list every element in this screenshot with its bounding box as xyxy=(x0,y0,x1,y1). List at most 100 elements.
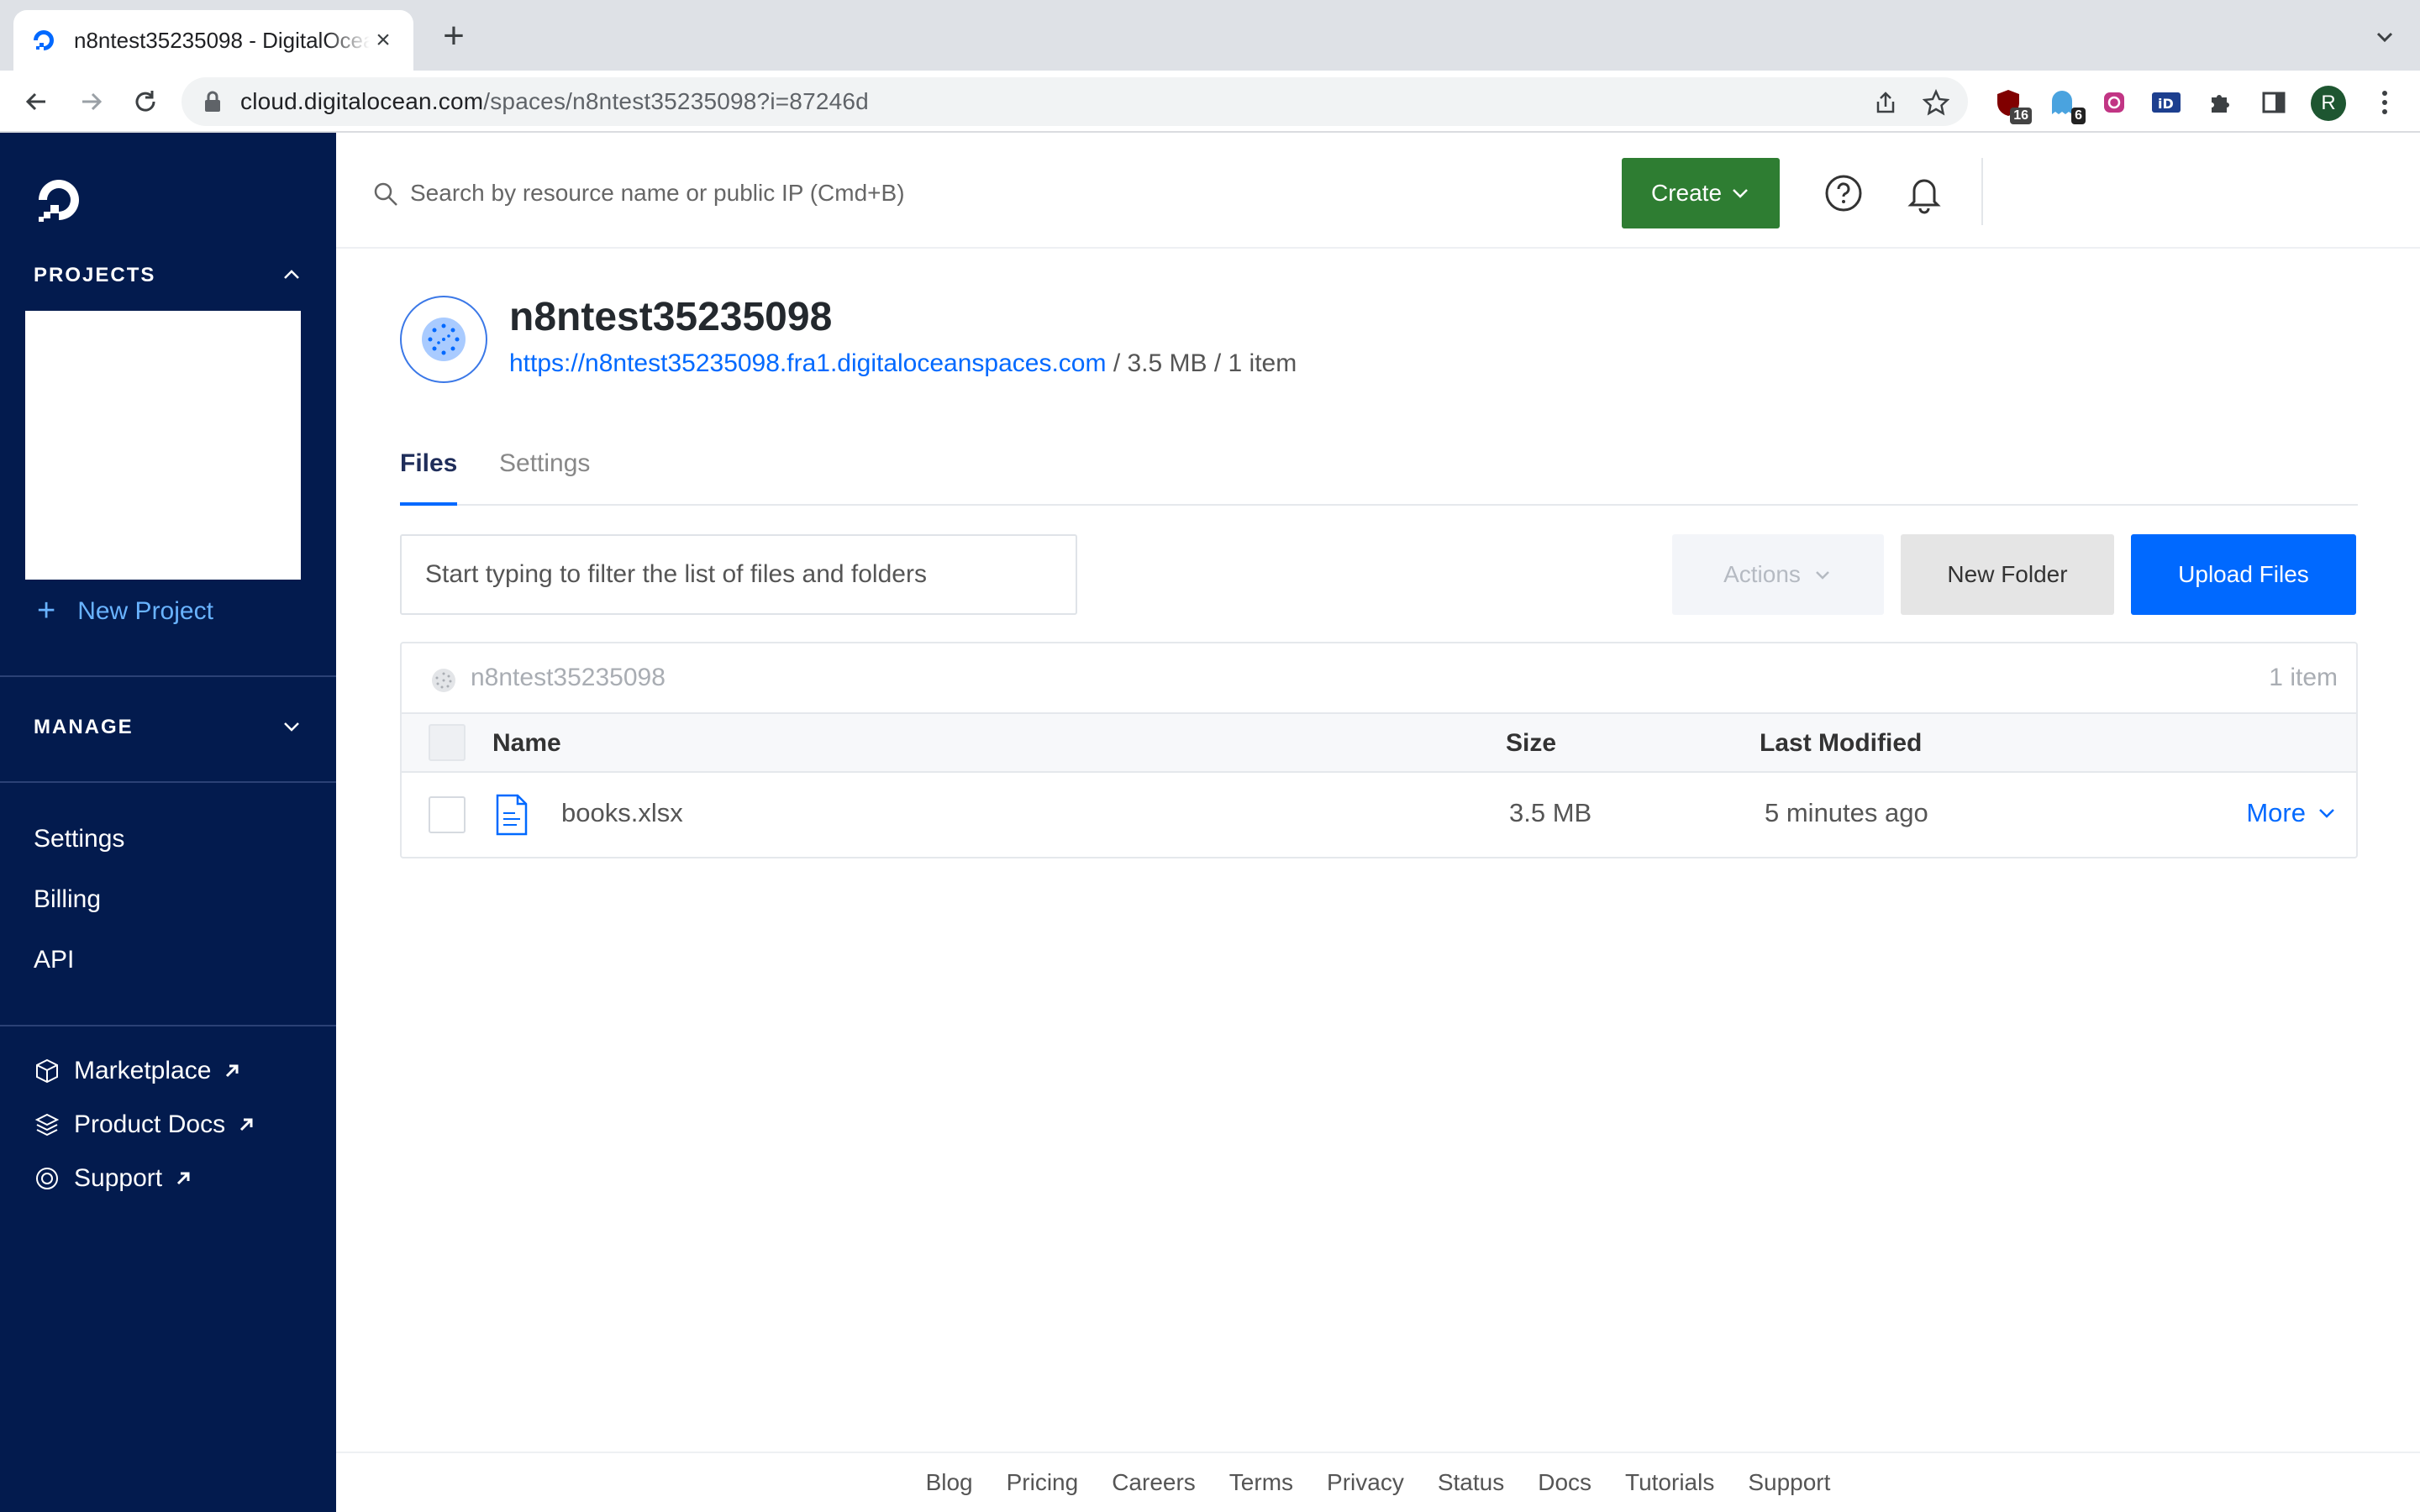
page-title: n8ntest35235098 xyxy=(509,295,833,339)
browser-toolbar: cloud.digitalocean.com/spaces/n8ntest352… xyxy=(0,71,2420,133)
table-row[interactable]: books.xlsx 3.5 MB 5 minutes ago More xyxy=(402,773,2356,857)
tab-settings[interactable]: Settings xyxy=(499,445,590,506)
file-document-icon xyxy=(496,794,528,836)
product-docs-label: Product Docs xyxy=(74,1110,226,1138)
chevron-down-icon[interactable] xyxy=(279,714,304,739)
actions-button[interactable]: Actions xyxy=(1672,534,1884,615)
sidebar-divider xyxy=(0,1025,336,1026)
browser-menu-icon[interactable] xyxy=(2368,86,2402,119)
manage-heading[interactable]: MANAGE xyxy=(34,716,134,739)
bucket-meta: https://n8ntest35235098.fra1.digitalocea… xyxy=(509,349,1297,378)
footer-link-blog[interactable]: Blog xyxy=(926,1469,973,1496)
file-last-modified: 5 minutes ago xyxy=(1765,798,1928,827)
bucket-endpoint-link[interactable]: https://n8ntest35235098.fra1.digitalocea… xyxy=(509,349,1106,377)
app-header: Create xyxy=(336,133,2420,249)
tabs: Files Settings xyxy=(400,445,2358,506)
sidebar-item-product-docs[interactable]: Product Docs xyxy=(34,1110,255,1139)
resource-search-input[interactable] xyxy=(410,175,1166,212)
new-project-link[interactable]: + New Project xyxy=(37,593,213,629)
file-name[interactable]: books.xlsx xyxy=(561,798,683,828)
forward-arrow-icon[interactable] xyxy=(74,84,109,119)
plus-icon: + xyxy=(37,593,56,628)
sidebar-item-settings[interactable]: Settings xyxy=(34,825,124,853)
sidebar-item-billing[interactable]: Billing xyxy=(34,885,101,914)
footer-link-support[interactable]: Support xyxy=(1748,1469,1830,1496)
chevron-down-icon xyxy=(1733,189,1748,198)
footer-link-docs[interactable]: Docs xyxy=(1538,1469,1591,1496)
reload-icon[interactable] xyxy=(128,84,163,119)
column-header-size[interactable]: Size xyxy=(1506,729,1556,758)
sidebar-item-marketplace[interactable]: Marketplace xyxy=(34,1057,241,1085)
more-label: More xyxy=(2246,798,2306,827)
space-bucket-icon xyxy=(400,296,487,383)
footer-link-privacy[interactable]: Privacy xyxy=(1327,1469,1404,1496)
item-count: 1 item xyxy=(2269,664,2338,691)
footer-link-terms[interactable]: Terms xyxy=(1229,1469,1293,1496)
footer-link-status[interactable]: Status xyxy=(1438,1469,1504,1496)
breadcrumb[interactable]: n8ntest35235098 xyxy=(471,664,666,692)
share-icon[interactable] xyxy=(1870,87,1901,118)
ghost-extension-icon[interactable]: 6 xyxy=(2045,86,2086,124)
tab-title: n8ntest35235098 - DigitalOcean xyxy=(74,27,370,53)
new-folder-button[interactable]: New Folder xyxy=(1901,534,2114,615)
search-icon xyxy=(374,182,397,206)
file-size: 3.5 MB xyxy=(1509,798,1592,827)
browser-tab[interactable]: n8ntest35235098 - DigitalOcean × xyxy=(13,10,413,71)
create-label: Create xyxy=(1650,180,1723,206)
sidebar-divider xyxy=(0,781,336,783)
new-tab-icon[interactable]: + xyxy=(439,18,469,55)
header-separator xyxy=(1981,158,1983,225)
create-button[interactable]: Create xyxy=(1622,158,1780,228)
external-link-icon xyxy=(177,1172,190,1185)
svg-text:iD: iD xyxy=(2158,96,2174,112)
chevron-down-icon xyxy=(2319,809,2334,818)
browser-tabbar: n8ntest35235098 - DigitalOcean × + xyxy=(0,0,2420,71)
address-bar[interactable]: cloud.digitalocean.com/spaces/n8ntest352… xyxy=(182,77,1968,126)
footer-link-tutorials[interactable]: Tutorials xyxy=(1625,1469,1714,1496)
chevron-up-icon[interactable] xyxy=(279,262,304,287)
projects-heading: PROJECTS xyxy=(34,264,156,286)
profile-avatar[interactable]: R xyxy=(2311,86,2346,121)
sidebar-item-api[interactable]: API xyxy=(34,946,74,974)
footer-link-careers[interactable]: Careers xyxy=(1112,1469,1196,1496)
new-project-label: New Project xyxy=(77,596,213,625)
side-panel-icon[interactable] xyxy=(2257,86,2291,119)
table-header: Name Size Last Modified xyxy=(402,714,2356,773)
tab-close-icon[interactable]: × xyxy=(370,26,397,54)
table-breadcrumb-bar: n8ntest35235098 1 item xyxy=(402,643,2356,714)
upload-files-button[interactable]: Upload Files xyxy=(2131,534,2356,615)
ublock-icon[interactable]: 16 xyxy=(1991,86,2032,124)
external-link-icon xyxy=(240,1118,253,1131)
cube-icon xyxy=(36,1058,58,1084)
sidebar: PROJECTS + New Project MANAGE Settings B… xyxy=(0,133,336,1512)
notifications-bell-icon[interactable] xyxy=(1902,171,1946,215)
sidebar-item-support[interactable]: Support xyxy=(34,1164,192,1193)
digitalocean-favicon-icon xyxy=(34,30,54,50)
select-all-checkbox[interactable] xyxy=(429,724,466,761)
tab-search-chevron-icon[interactable] xyxy=(2373,25,2396,49)
more-menu-button[interactable]: More xyxy=(2246,798,2338,828)
support-label: Support xyxy=(74,1164,163,1192)
puzzle-extensions-icon[interactable] xyxy=(2203,86,2237,119)
help-question-icon[interactable] xyxy=(1823,173,1864,213)
marketplace-label: Marketplace xyxy=(74,1057,212,1084)
bookmark-star-icon[interactable] xyxy=(1921,87,1951,118)
column-header-name[interactable]: Name xyxy=(492,729,561,758)
lifebuoy-icon xyxy=(36,1168,58,1189)
url-text: cloud.digitalocean.com/spaces/n8ntest352… xyxy=(240,88,869,114)
projects-list[interactable] xyxy=(25,311,301,580)
lock-icon xyxy=(205,91,220,112)
file-table: n8ntest35235098 1 item Name Size Last Mo… xyxy=(400,642,2358,858)
footer-link-pricing[interactable]: Pricing xyxy=(1007,1469,1079,1496)
digitalocean-logo-icon[interactable] xyxy=(34,175,84,225)
sidebar-divider xyxy=(0,675,336,677)
external-link-icon xyxy=(226,1064,239,1078)
tab-files[interactable]: Files xyxy=(400,445,458,506)
row-checkbox[interactable] xyxy=(429,796,466,833)
footer: Blog Pricing Careers Terms Privacy Statu… xyxy=(336,1452,2420,1512)
column-header-last-modified[interactable]: Last Modified xyxy=(1760,729,1922,758)
back-arrow-icon[interactable] xyxy=(18,84,54,119)
file-filter-input[interactable] xyxy=(400,534,1077,615)
instagram-extension-icon[interactable] xyxy=(2097,86,2131,119)
id-extension-icon[interactable]: iD xyxy=(2149,86,2183,119)
